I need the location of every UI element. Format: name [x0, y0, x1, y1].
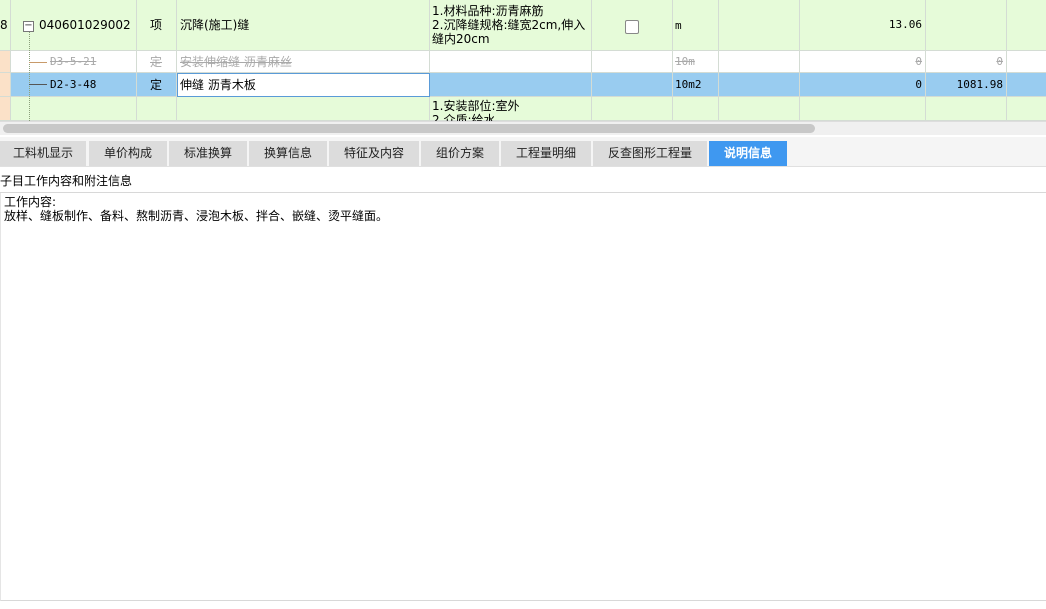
features-cell[interactable]: 1.安装部位:室外 2.介质:给水 — [430, 97, 592, 121]
work-content-text: 放样、缝板制作、备料、熬制沥青、浸泡木板、拌合、嵌缝、烫平缝面。 — [4, 209, 389, 223]
bill-grid: 8 040601029002 项 沉降(施工)缝 1.材料品种:沥青麻筋 2.沉… — [0, 0, 1046, 121]
item-type: 项 — [150, 18, 163, 32]
item-unit: m — [675, 19, 682, 32]
features-cell[interactable]: 1.材料品种:沥青麻筋 2.沉降缝规格:缝宽2cm,伸入 缝内20cm — [430, 0, 592, 51]
trailing-cell — [1007, 0, 1046, 51]
tab-features-content[interactable]: 特征及内容 — [329, 141, 419, 166]
table-row[interactable]: D3-5-21 定 安装伸缩缝 沥青麻丝 10m 0 0 — [0, 51, 1046, 73]
row-checkbox[interactable] — [625, 20, 639, 34]
tab-quantity-details[interactable]: 工程量明细 — [501, 141, 591, 166]
type-cell[interactable]: 定 — [137, 51, 177, 73]
quantity-expression-cell[interactable] — [719, 0, 800, 51]
feature-line: 缝内20cm — [432, 32, 490, 46]
trailing-cell — [1007, 73, 1046, 97]
info-panel-title: 子目工作内容和附注信息 — [0, 174, 133, 188]
quantity-expression-cell[interactable] — [719, 73, 800, 97]
tab-conversion-info[interactable]: 换算信息 — [249, 141, 327, 166]
name-cell[interactable] — [177, 97, 430, 121]
row-number: 8 — [0, 18, 8, 32]
quantity-cell[interactable]: 13.06 — [800, 0, 926, 51]
table-row-selected[interactable]: D2-3-48 定 10m2 0 1081.98 — [0, 73, 1046, 97]
feature-line: 1.安装部位:室外 — [432, 99, 520, 113]
type-cell[interactable]: 定 — [137, 73, 177, 97]
scrollbar-thumb[interactable] — [3, 124, 815, 133]
quantity-expression-cell[interactable] — [719, 51, 800, 73]
tab-unit-price-composition[interactable]: 单价构成 — [89, 141, 167, 166]
row-number-cell — [0, 73, 11, 97]
quantity-cell[interactable] — [800, 97, 926, 121]
checkbox-cell[interactable] — [592, 73, 673, 97]
tab-description-info[interactable]: 说明信息 — [709, 141, 787, 166]
tab-labor-material-machine[interactable]: 工料机显示 — [0, 141, 86, 166]
item-unit: 10m — [675, 55, 695, 68]
info-text-area[interactable] — [0, 193, 1046, 601]
name-edit-input[interactable]: 伸缝 沥青木板 — [177, 73, 430, 97]
tree-branch-line — [29, 84, 47, 85]
quantity-cell[interactable]: 0 — [800, 51, 926, 73]
tree-branch-line — [29, 62, 47, 63]
item-name: 沉降(施工)缝 — [180, 18, 250, 32]
name-cell[interactable]: 沉降(施工)缝 — [177, 0, 430, 51]
quantity-cell[interactable]: 0 — [800, 73, 926, 97]
table-row[interactable]: 8 040601029002 项 沉降(施工)缝 1.材料品种:沥青麻筋 2.沉… — [0, 0, 1046, 51]
horizontal-scrollbar[interactable] — [0, 121, 1046, 135]
item-type: 定 — [150, 78, 163, 92]
item-name: 安装伸缩缝 沥青麻丝 — [180, 55, 292, 69]
feature-line: 2.沉降缝规格:缝宽2cm,伸入 — [432, 18, 586, 32]
collapse-icon[interactable]: − — [23, 21, 34, 32]
tree-connector-line — [29, 32, 30, 121]
trailing-cell — [1007, 51, 1046, 73]
name-edit-value: 伸缝 沥青木板 — [180, 78, 256, 92]
tab-graphic-quantity-lookup[interactable]: 反查图形工程量 — [593, 141, 707, 166]
item-type: 定 — [150, 55, 163, 69]
tab-pricing-scheme[interactable]: 组价方案 — [421, 141, 499, 166]
feature-line: 2.介质:给水 — [432, 113, 496, 121]
unit-cell[interactable] — [673, 97, 719, 121]
type-cell[interactable] — [137, 97, 177, 121]
unit-cell[interactable]: 10m — [673, 51, 719, 73]
item-code: D3-5-21 — [50, 55, 97, 68]
unit-cell[interactable]: m — [673, 0, 719, 51]
item-code: D2-3-48 — [50, 78, 97, 91]
row-number-cell: 8 — [0, 0, 11, 51]
item-code: 040601029002 — [39, 18, 131, 32]
features-cell[interactable] — [430, 51, 592, 73]
detail-tabbar: 工料机显示 单价构成 标准换算 换算信息 特征及内容 组价方案 工程量明细 反查… — [0, 137, 1046, 167]
tab-standard-conversion[interactable]: 标准换算 — [169, 141, 247, 166]
price-cell[interactable]: 0 — [926, 51, 1007, 73]
price-cell[interactable]: 1081.98 — [926, 73, 1007, 97]
item-quantity: 13.06 — [888, 18, 922, 31]
work-content-label: 工作内容: — [4, 195, 57, 209]
unit-cell[interactable]: 10m2 — [673, 73, 719, 97]
name-cell[interactable]: 安装伸缩缝 沥青麻丝 — [177, 51, 430, 73]
trailing-cell — [1007, 97, 1046, 121]
table-row[interactable]: 1.安装部位:室外 2.介质:给水 — [0, 97, 1046, 121]
features-cell[interactable] — [430, 73, 592, 97]
price-cell[interactable] — [926, 97, 1007, 121]
feature-line: 1.材料品种:沥青麻筋 — [432, 4, 544, 18]
item-quantity: 0 — [915, 55, 922, 68]
item-quantity: 0 — [915, 78, 922, 91]
item-price: 0 — [996, 55, 1003, 68]
checkbox-cell[interactable] — [592, 51, 673, 73]
row-number-cell — [0, 51, 11, 73]
type-cell[interactable]: 项 — [137, 0, 177, 51]
item-price: 1081.98 — [956, 78, 1003, 91]
quantity-expression-cell[interactable] — [719, 97, 800, 121]
price-cell[interactable] — [926, 0, 1007, 51]
item-unit: 10m2 — [675, 78, 702, 91]
row-number-cell — [0, 97, 11, 121]
checkbox-cell[interactable] — [592, 97, 673, 121]
